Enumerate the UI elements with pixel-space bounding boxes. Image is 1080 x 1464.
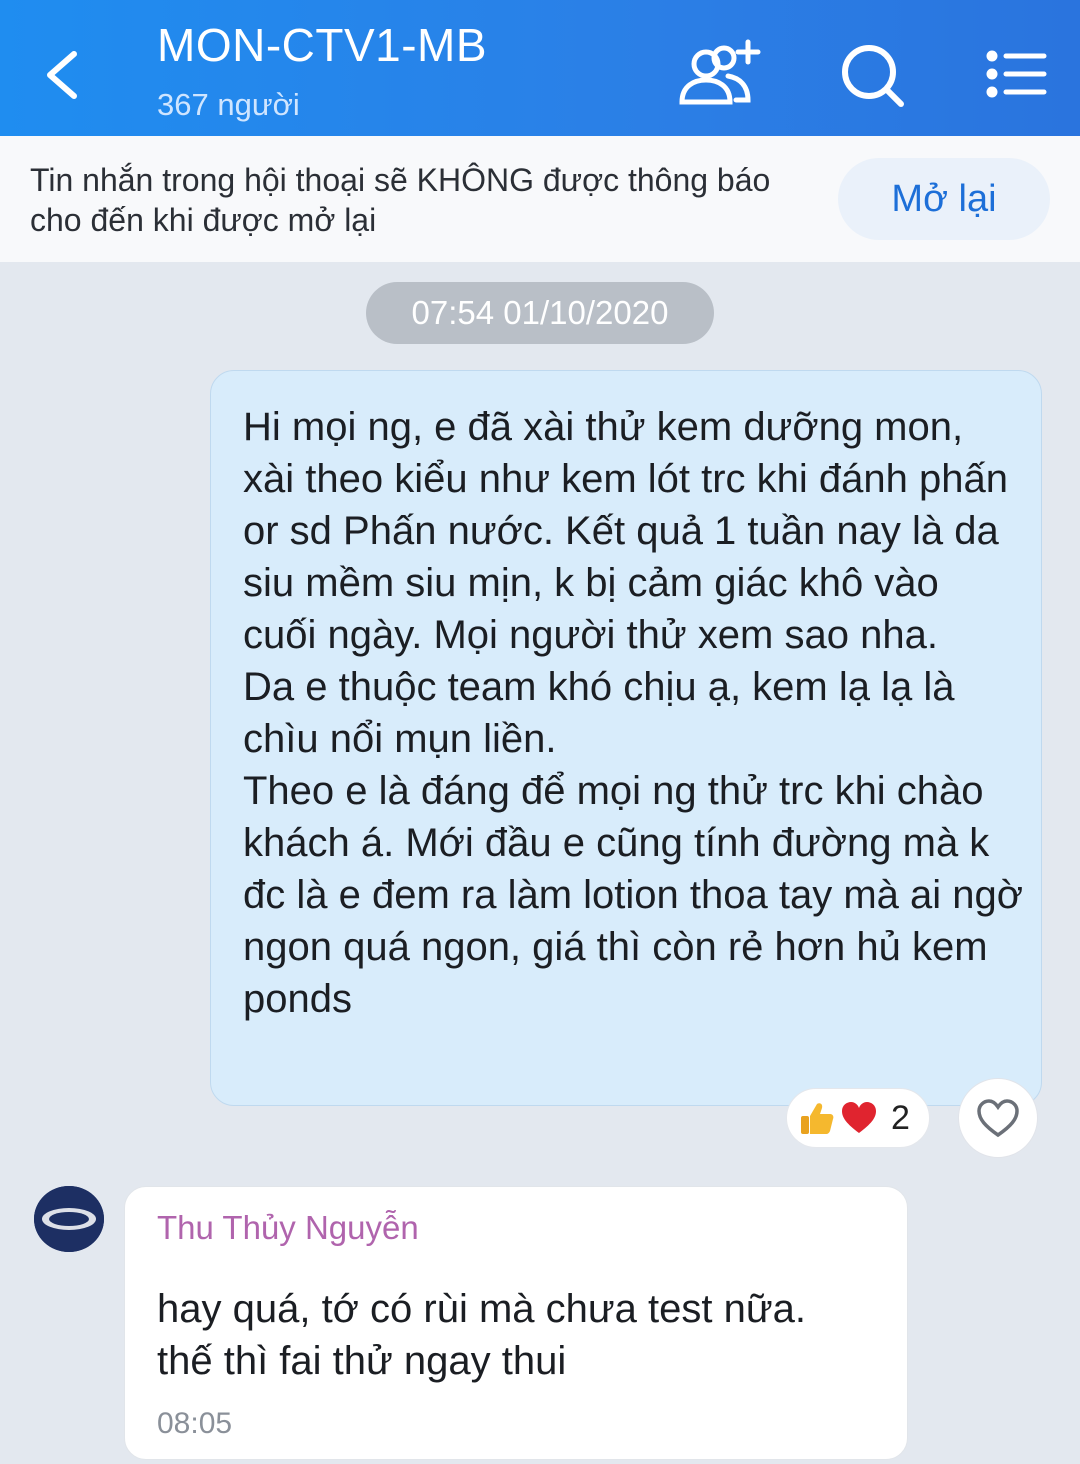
search-icon[interactable] <box>825 36 921 116</box>
message-paragraph: Hi mọi ng, e đã xài thử kem dưỡng mon, x… <box>243 405 1008 657</box>
message-paragraph: hay quá, tớ có rùi mà chưa test nữa. <box>157 1287 806 1331</box>
back-icon[interactable] <box>36 40 96 110</box>
outgoing-message-text: Hi mọi ng, e đã xài thử kem dưỡng mon, x… <box>243 401 1023 1025</box>
message-paragraph: Theo e là đáng để mọi ng thử trc khi chà… <box>243 769 1023 1021</box>
add-member-icon[interactable] <box>668 36 764 116</box>
sender-name[interactable]: Thu Thủy Nguyễn <box>157 1209 419 1247</box>
message-paragraph: Da e thuộc team khó chịu ạ, kem lạ lạ là… <box>243 665 955 761</box>
incoming-message-text: hay quá, tớ có rùi mà chưa test nữa. thế… <box>157 1283 897 1387</box>
reaction-count: 2 <box>891 1098 910 1137</box>
message-time: 08:05 <box>157 1407 233 1440</box>
incoming-message-bubble[interactable]: Thu Thủy Nguyễn hay quá, tớ có rùi mà ch… <box>124 1186 908 1460</box>
reaction-summary[interactable]: 2 <box>786 1088 930 1148</box>
react-heart-button[interactable] <box>958 1078 1038 1158</box>
mute-notice-bar: Tin nhắn trong hội thoại sẽ KHÔNG được t… <box>0 136 1080 262</box>
member-count: 367 người <box>157 87 300 122</box>
chat-header: MON-CTV1-MB 367 người <box>0 0 1080 136</box>
outgoing-message-bubble[interactable]: Hi mọi ng, e đã xài thử kem dưỡng mon, x… <box>210 370 1042 1106</box>
reopen-button[interactable]: Mở lại <box>838 158 1050 240</box>
menu-icon[interactable] <box>970 36 1066 116</box>
group-title[interactable]: MON-CTV1-MB <box>157 18 487 72</box>
thumbs-up-icon <box>797 1098 837 1138</box>
mute-notice-text: Tin nhắn trong hội thoại sẽ KHÔNG được t… <box>30 162 771 238</box>
avatar[interactable] <box>34 1186 104 1252</box>
message-paragraph: thế thì fai thử ngay thui <box>157 1339 567 1383</box>
heart-icon <box>839 1098 879 1138</box>
heart-outline-icon <box>977 1099 1019 1138</box>
date-separator: 07:54 01/10/2020 <box>366 282 714 344</box>
